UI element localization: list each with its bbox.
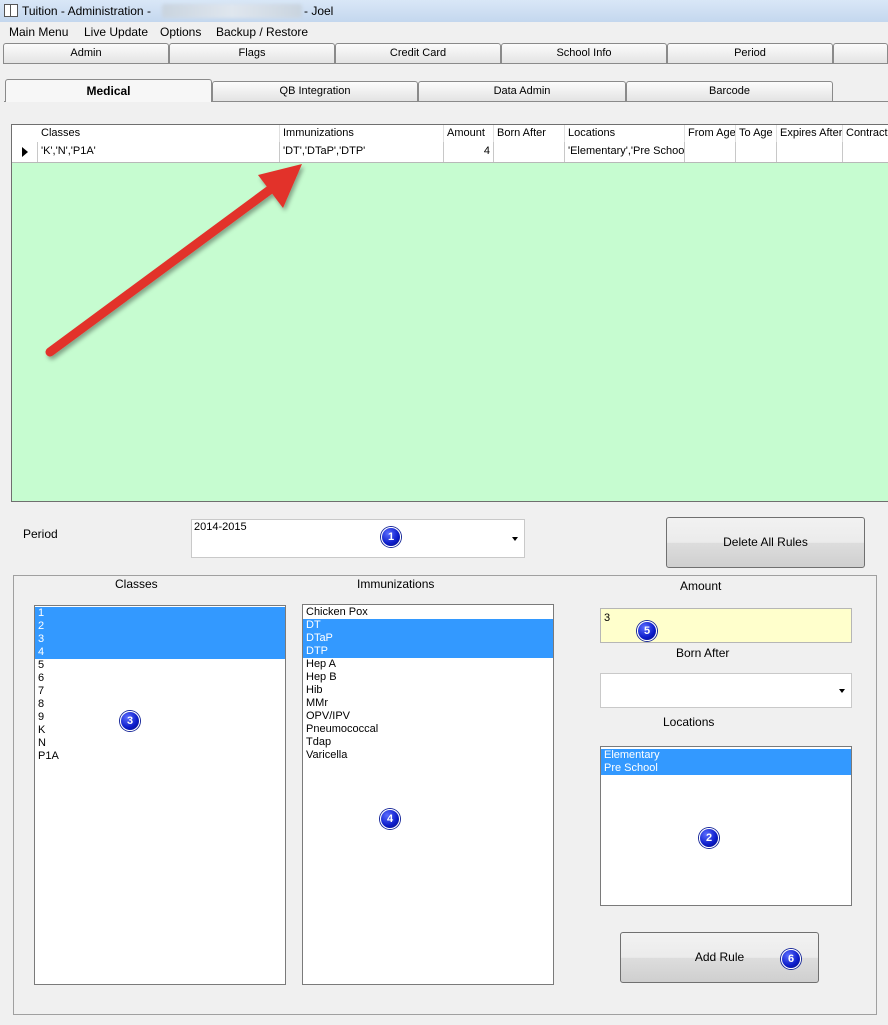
locations-label: Locations — [663, 715, 715, 729]
tab-qb-integration[interactable]: QB Integration — [212, 81, 418, 101]
classes-label: Classes — [115, 577, 158, 591]
period-select[interactable]: 2014-2015 — [191, 519, 525, 558]
list-item[interactable]: 2 — [35, 620, 285, 633]
col-born-after[interactable]: Born After — [494, 125, 565, 142]
cell-locations[interactable]: 'Elementary','Pre School' — [565, 142, 685, 162]
period-value: 2014-2015 — [194, 521, 247, 533]
window-title: Tuition - Administration - — [22, 4, 151, 18]
list-item[interactable]: 5 — [35, 659, 285, 672]
list-item[interactable]: P1A — [35, 750, 285, 763]
cell-from-age[interactable] — [685, 142, 736, 162]
menu-options[interactable]: Options — [160, 25, 201, 39]
list-item[interactable]: Varicella — [303, 749, 553, 762]
list-item[interactable]: Tdap — [303, 736, 553, 749]
cell-classes[interactable]: 'K','N','P1A' — [38, 142, 280, 162]
table-row[interactable]: 'K','N','P1A' 'DT','DTaP','DTP' 4 'Eleme… — [12, 142, 888, 163]
list-item[interactable]: Elementary — [601, 749, 851, 762]
delete-all-rules-button[interactable]: Delete All Rules — [666, 517, 865, 568]
list-item[interactable]: K — [35, 724, 285, 737]
list-item[interactable]: DT — [303, 619, 553, 632]
redacted-title-region — [162, 4, 302, 18]
cell-amount[interactable]: 4 — [444, 142, 494, 162]
cell-born-after[interactable] — [494, 142, 565, 162]
classes-listbox[interactable]: 1 2 3 4 5 6 7 8 9 K N P1A — [34, 605, 286, 985]
cell-to-age[interactable] — [736, 142, 777, 162]
row-selector-arrow-icon[interactable] — [12, 142, 38, 162]
col-classes[interactable]: Classes — [38, 125, 280, 142]
born-after-label: Born After — [676, 646, 730, 660]
badge-4: 4 — [380, 809, 400, 829]
chevron-down-icon — [839, 688, 845, 693]
list-item[interactable]: DTP — [303, 645, 553, 658]
list-item[interactable]: Pneumococcal — [303, 723, 553, 736]
cell-contract[interactable] — [843, 142, 888, 162]
col-contract[interactable]: Contract — [843, 125, 888, 142]
badge-1: 1 — [381, 527, 401, 547]
period-label: Period — [23, 527, 58, 541]
book-icon — [4, 4, 18, 17]
born-after-select[interactable] — [600, 673, 852, 708]
col-from-age[interactable]: From Age — [685, 125, 736, 142]
tab-barcode[interactable]: Barcode — [626, 81, 833, 101]
list-item[interactable]: OPV/IPV — [303, 710, 553, 723]
list-item[interactable]: Hep A — [303, 658, 553, 671]
title-bar: Tuition - Administration - - Joel — [0, 0, 888, 23]
amount-label: Amount — [680, 579, 722, 593]
cell-immunizations[interactable]: 'DT','DTaP','DTP' — [280, 142, 444, 162]
list-item[interactable]: 1 — [35, 607, 285, 620]
tab-school-info[interactable]: School Info — [501, 43, 667, 63]
col-locations[interactable]: Locations — [565, 125, 685, 142]
badge-2: 2 — [699, 828, 719, 848]
immunizations-listbox[interactable]: Chicken Pox DT DTaP DTP Hep A Hep B Hib MMr OPV/… — [302, 604, 554, 985]
list-item[interactable]: Chicken Pox — [303, 606, 553, 619]
menu-backup-restore[interactable]: Backup / Restore — [216, 25, 308, 39]
list-item[interactable]: DTaP — [303, 632, 553, 645]
window-title-user: - Joel — [304, 4, 334, 18]
list-item[interactable]: 7 — [35, 685, 285, 698]
rules-grid[interactable]: Classes Immunizations Amount Born After … — [11, 124, 888, 502]
tab-period[interactable]: Period — [667, 43, 833, 63]
col-expires-after[interactable]: Expires After — [777, 125, 843, 142]
tab-flags[interactable]: Flags — [169, 43, 335, 63]
grid-header: Classes Immunizations Amount Born After … — [12, 125, 888, 143]
cell-expires-after[interactable] — [777, 142, 843, 162]
immunizations-label: Immunizations — [357, 577, 435, 591]
list-item[interactable]: Hib — [303, 684, 553, 697]
list-item[interactable]: Pre School — [601, 762, 851, 775]
list-item[interactable]: 9 — [35, 711, 285, 724]
list-item[interactable]: MMr — [303, 697, 553, 710]
list-item[interactable]: N — [35, 737, 285, 750]
list-item[interactable]: 8 — [35, 698, 285, 711]
amount-value: 3 — [604, 612, 611, 624]
list-item[interactable]: 3 — [35, 633, 285, 646]
tab-admin[interactable]: Admin — [3, 43, 169, 63]
col-amount[interactable]: Amount — [444, 125, 494, 142]
tab-medical[interactable]: Medical — [5, 79, 212, 102]
locations-listbox[interactable]: Elementary Pre School — [600, 746, 852, 906]
badge-5: 5 — [637, 621, 657, 641]
list-item[interactable]: Hep B — [303, 671, 553, 684]
col-to-age[interactable]: To Age — [736, 125, 777, 142]
chevron-down-icon — [512, 536, 518, 541]
tab-credit-card[interactable]: Credit Card — [335, 43, 501, 63]
col-immunizations[interactable]: Immunizations — [280, 125, 444, 142]
tab-overflow[interactable] — [833, 43, 888, 63]
list-item[interactable]: 4 — [35, 646, 285, 659]
badge-6: 6 — [781, 949, 801, 969]
menu-bar: Main Menu Live Update Options Backup / R… — [0, 22, 888, 42]
menu-main-menu[interactable]: Main Menu — [9, 25, 68, 39]
list-item[interactable]: 6 — [35, 672, 285, 685]
tab-row-divider — [3, 63, 888, 64]
tab-data-admin[interactable]: Data Admin — [418, 81, 626, 101]
menu-live-update[interactable]: Live Update — [84, 25, 148, 39]
badge-3: 3 — [120, 711, 140, 731]
